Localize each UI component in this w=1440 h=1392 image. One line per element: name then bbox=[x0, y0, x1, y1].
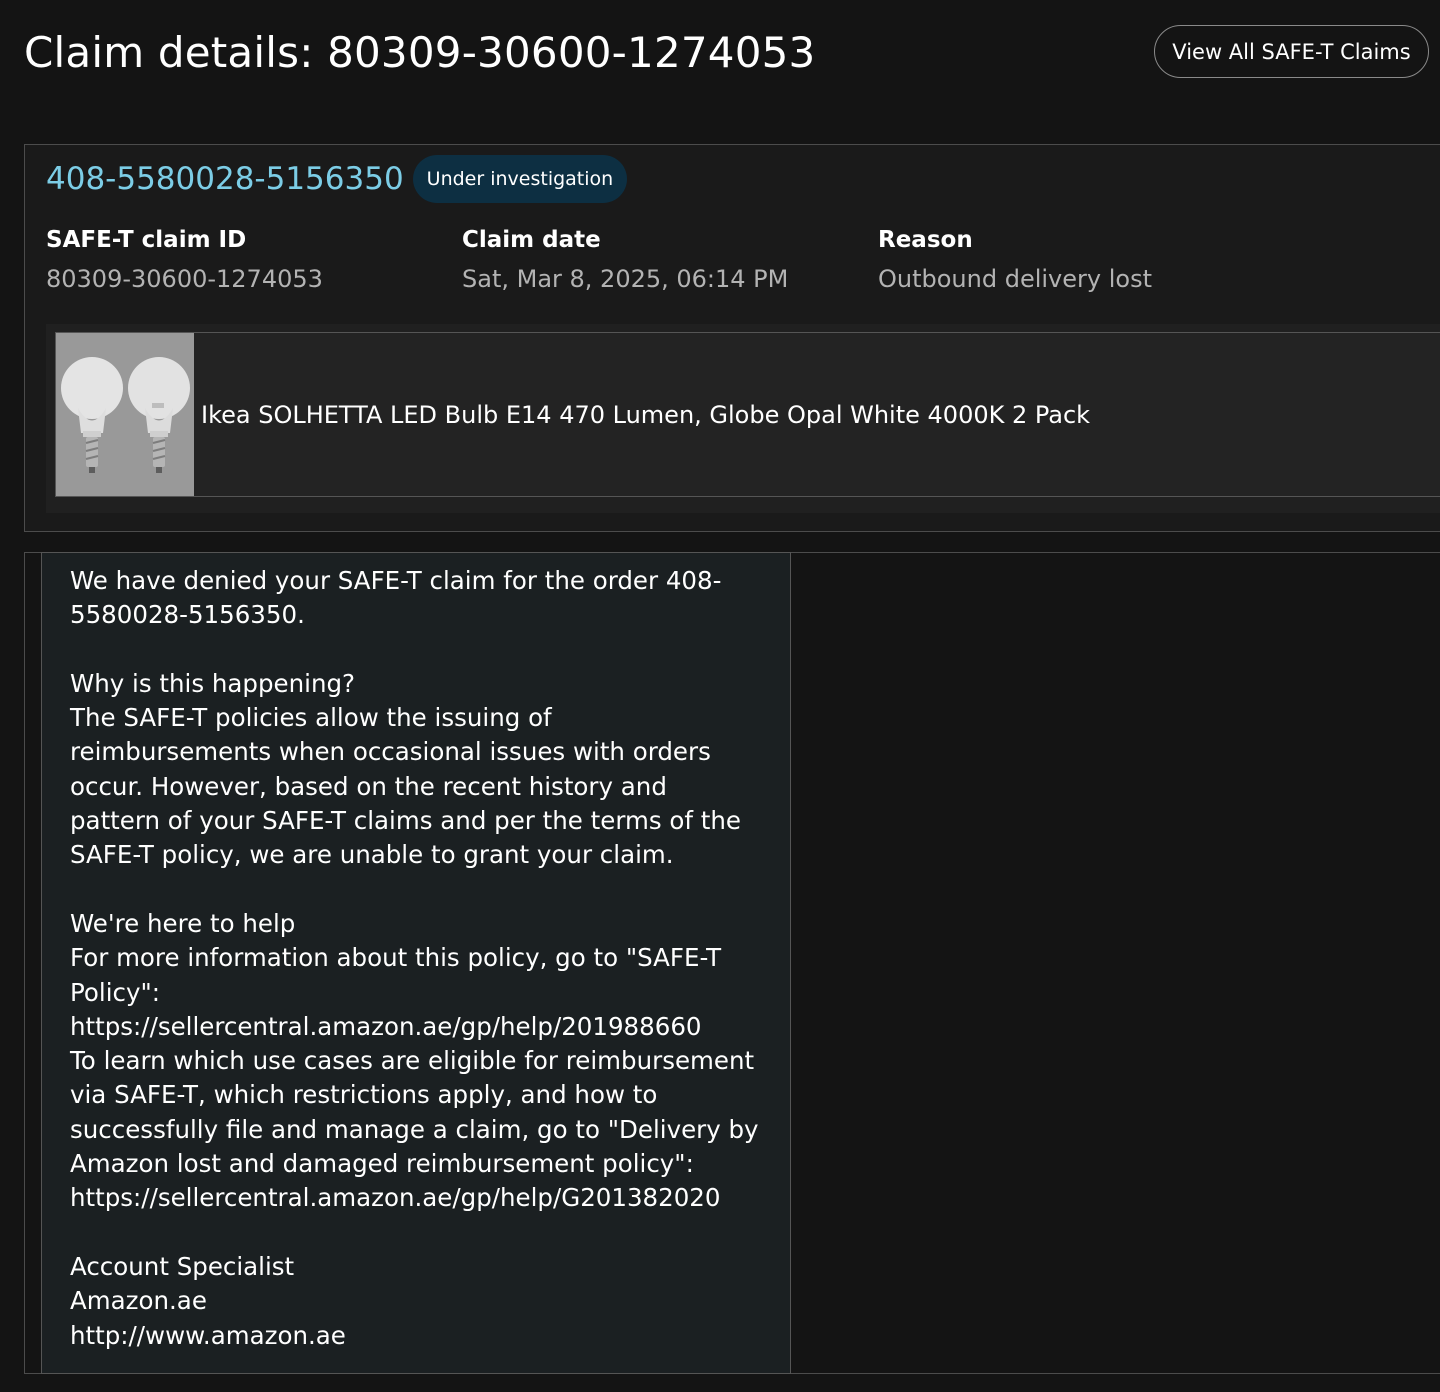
claim-id-label: SAFE-T claim ID bbox=[46, 227, 247, 253]
message-line: Amazon lost and damaged reimbursement po… bbox=[70, 1149, 694, 1179]
message-line: pattern of your SAFE-T claims and per th… bbox=[70, 806, 741, 836]
message-line: To learn which use cases are eligible fo… bbox=[70, 1046, 755, 1076]
message-line: SAFE-T policy, we are unable to grant yo… bbox=[70, 840, 674, 870]
product-title[interactable]: Ikea SOLHETTA LED Bulb E14 470 Lumen, Gl… bbox=[201, 401, 1090, 429]
claim-date-label: Claim date bbox=[462, 227, 601, 253]
message-line: The SAFE-T policies allow the issuing of bbox=[70, 703, 552, 733]
message-line: reimbursements when occasional issues wi… bbox=[70, 737, 711, 767]
message-line: https://sellercentral.amazon.ae/gp/help/… bbox=[70, 1183, 721, 1213]
claim-date-field: Claim date Sat, Mar 8, 2025, 06:14 PM bbox=[462, 227, 788, 293]
reason-value: Outbound delivery lost bbox=[878, 265, 1152, 293]
product-row[interactable]: Ikea SOLHETTA LED Bulb E14 470 Lumen, Gl… bbox=[55, 332, 1440, 497]
message-line: https://sellercentral.amazon.ae/gp/help/… bbox=[70, 1011, 702, 1041]
product-section: Ikea SOLHETTA LED Bulb E14 470 Lumen, Gl… bbox=[46, 324, 1440, 513]
claim-summary-card: 408-5580028-5156350 Under investigation … bbox=[24, 144, 1440, 532]
denial-message: We have denied your SAFE-T claim for the… bbox=[41, 552, 791, 1374]
message-line: occur. However, based on the recent hist… bbox=[70, 771, 667, 801]
message-line: Policy": bbox=[70, 977, 160, 1007]
message-line: 5580028-5156350. bbox=[70, 600, 305, 630]
message-line: For more information about this policy, … bbox=[70, 943, 722, 973]
message-line: We have denied your SAFE-T claim for the… bbox=[70, 566, 722, 595]
message-line: We're here to help bbox=[70, 908, 296, 938]
view-all-claims-button[interactable]: View All SAFE-T Claims bbox=[1154, 25, 1429, 78]
message-line: via SAFE-T, which restrictions apply, an… bbox=[70, 1080, 658, 1110]
message-section: We have denied your SAFE-T claim for the… bbox=[24, 552, 1440, 1374]
claim-id-value: 80309-30600-1274053 bbox=[46, 265, 323, 293]
status-badge: Under investigation bbox=[412, 155, 628, 203]
order-id-link[interactable]: 408-5580028-5156350 bbox=[46, 161, 404, 197]
page-title: Claim details: 80309-30600-1274053 bbox=[24, 28, 816, 77]
message-line: http://www.amazon.ae bbox=[70, 1320, 346, 1350]
reason-field: Reason Outbound delivery lost bbox=[878, 227, 1152, 293]
message-line: Account Specialist bbox=[70, 1251, 295, 1281]
order-line: 408-5580028-5156350 Under investigation bbox=[46, 155, 628, 203]
message-line: Amazon.ae bbox=[70, 1286, 207, 1316]
led-bulb-pair-image[interactable] bbox=[56, 333, 194, 496]
claim-id-field: SAFE-T claim ID 80309-30600-1274053 bbox=[46, 227, 323, 293]
reason-label: Reason bbox=[878, 227, 973, 253]
claim-date-value: Sat, Mar 8, 2025, 06:14 PM bbox=[462, 265, 789, 293]
message-line: Why is this happening? bbox=[70, 668, 356, 698]
claim-details-page: Claim details: 80309-30600-1274053 View … bbox=[0, 0, 1440, 1392]
message-line: successfully file and manage a claim, go… bbox=[70, 1114, 759, 1144]
